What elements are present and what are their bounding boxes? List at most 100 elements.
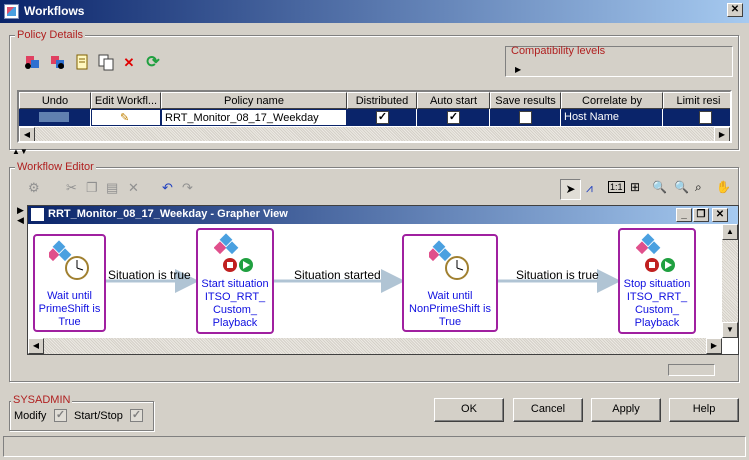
scroll-down-icon[interactable]: ▼ [722,322,738,338]
zoom-area-icon[interactable]: ⌕ [695,180,702,195]
policy-table: Undo Edit Workfl... Policy name Distribu… [17,90,732,143]
select-pointer-icon[interactable]: ➤ [560,179,581,200]
policy-name-cell[interactable]: RRT_Monitor_08_17_Weekday [161,109,347,126]
col-header-undo[interactable]: Undo [19,92,91,109]
node-label-line: Playback [634,317,680,329]
grapher-hscroll[interactable]: ◀ ▶ [28,338,722,354]
policy-table-hscroll[interactable]: ◀ ▶ [19,127,730,141]
correlate-by-cell[interactable]: Host Name [561,109,663,126]
zoom-in-icon[interactable]: 🔍 [652,180,667,194]
editor-toolbar: ⚙ ✂ ❐ ▤ ✕ ↶ ↷ [28,180,208,200]
edit-workflow-cell[interactable]: ✎ [91,109,161,126]
startstop-checkbox[interactable]: ✓ [130,409,143,422]
workflow-node-wait-primeshift[interactable]: Wait until PrimeShift is True [33,234,106,332]
node-label-line: Custom_ [634,304,680,316]
edit-workflow-icon[interactable]: ✎ [120,110,129,125]
limit-results-cell [663,109,730,126]
grapher-side-arrows-icon[interactable]: ▶ ◀ [17,205,24,225]
undo-icon[interactable]: ↶ [162,180,173,196]
properties-icon[interactable] [72,53,92,73]
col-header-limit-results[interactable]: Limit resi [663,92,730,109]
help-button[interactable]: Help [669,398,739,422]
delete-disabled-icon[interactable]: ✕ [128,180,139,196]
delete-icon[interactable]: ✕ [119,53,139,73]
copy-disabled-icon[interactable]: ❐ [86,180,98,196]
node-label-line: ITSO_RRT_ [204,291,266,303]
col-header-correlate-by[interactable]: Correlate by [561,92,663,109]
grapher-title: RRT_Monitor_08_17_Weekday - Grapher View [48,208,288,220]
edge-label-3: Situation is true [516,268,599,282]
view-toolbar: ➤ ⩘ 1:1 ⊞ 🔍 🔍 ⌕ ✋ [560,179,740,201]
undo-cell[interactable] [19,109,91,126]
new-policy-alt-icon[interactable] [47,53,67,73]
window-title: Workflows [24,4,85,18]
restore-grapher-button[interactable]: ❐ [693,208,709,222]
auto-start-cell: ✓ [417,109,490,126]
fit-to-window-icon[interactable]: ⊞ [630,180,640,194]
node-label-line: True [58,316,81,328]
scroll-left-icon[interactable]: ◀ [19,127,35,141]
expand-arrow-icon[interactable]: ▶ [515,65,521,74]
redo-icon[interactable]: ↷ [182,180,193,196]
modify-checkbox[interactable]: ✓ [54,409,67,422]
auto-start-checkbox[interactable]: ✓ [447,111,460,124]
cut-icon[interactable]: ✂ [66,180,77,196]
distributed-cell: ✓ [347,109,417,126]
ok-button[interactable]: OK [434,398,504,422]
scroll-right-icon[interactable]: ▶ [706,338,722,354]
col-header-save-results[interactable]: Save results [490,92,561,109]
modify-label: Modify [14,410,47,422]
startstop-label: Start/Stop [74,410,123,422]
minimize-grapher-button[interactable]: _ [676,208,692,222]
col-header-auto-start[interactable]: Auto start [417,92,490,109]
wait-clock-icon [49,240,89,280]
status-bar [3,436,746,457]
node-label-line: PrimeShift is [38,303,101,315]
pan-hand-icon[interactable]: ✋ [716,180,731,194]
app-icon [4,4,19,19]
node-label-line: Custom_ [212,304,258,316]
scroll-right-icon[interactable]: ▶ [714,127,730,141]
edge-label-1: Situation is true [108,268,191,282]
save-results-cell [490,109,561,126]
apply-button[interactable]: Apply [591,398,661,422]
scroll-left-icon[interactable]: ◀ [28,338,44,354]
node-label-line: Stop situation [623,278,691,290]
zoom-out-icon[interactable]: 🔍 [674,180,689,194]
limit-results-checkbox[interactable] [699,111,712,124]
col-header-edit[interactable]: Edit Workfl... [91,92,161,109]
distributed-checkbox[interactable]: ✓ [376,111,389,124]
node-label-line: Start situation [201,278,269,290]
col-header-policy-name[interactable]: Policy name [161,92,347,109]
node-label-line: NonPrimeShift is [409,303,491,315]
col-header-distributed[interactable]: Distributed [347,92,417,109]
actual-size-icon[interactable]: 1:1 [608,181,625,193]
node-label-line: Playback [212,317,258,329]
wait-clock-icon [429,240,469,280]
refresh-icon[interactable]: ⟳ [143,53,163,73]
grapher-title-bar: RRT_Monitor_08_17_Weekday - Grapher View… [28,206,738,224]
grapher-frame: RRT_Monitor_08_17_Weekday - Grapher View… [27,205,739,355]
stop-situation-icon [636,233,675,272]
workflow-node-stop-situation[interactable]: Stop situation ITSO_RRT_ Custom_ Playbac… [618,228,696,334]
sysadmin-legend: SYSADMIN [11,394,73,406]
workflow-node-wait-nonprimeshift[interactable]: Wait until NonPrimeShift is True [402,234,498,332]
new-policy-icon[interactable] [22,53,42,73]
paste-icon[interactable]: ▤ [106,180,118,196]
close-window-button[interactable]: ✕ [727,3,743,17]
node-label-line: Wait until [427,290,473,302]
copy-icon[interactable] [96,53,116,73]
graph-canvas[interactable]: Situation is true Situation started Situ… [28,224,722,338]
link-tool-icon[interactable]: ⩘ [586,181,593,196]
cancel-button[interactable]: Cancel [513,398,583,422]
edge-label-2: Situation started [294,268,381,282]
save-results-checkbox[interactable] [519,111,532,124]
properties-disabled-icon[interactable]: ⚙ [28,180,40,196]
node-label-line: ITSO_RRT_ [626,291,688,303]
workflow-node-start-situation[interactable]: Start situation ITSO_RRT_ Custom_ Playba… [196,228,274,334]
splitter-arrows-icon[interactable]: ▲▼ [12,148,28,156]
grapher-vscroll[interactable]: ▲ ▼ [722,224,738,338]
close-grapher-button[interactable]: ✕ [712,208,728,222]
policy-toolbar: ✕ ⟳ [20,50,166,76]
scroll-up-icon[interactable]: ▲ [722,224,738,240]
